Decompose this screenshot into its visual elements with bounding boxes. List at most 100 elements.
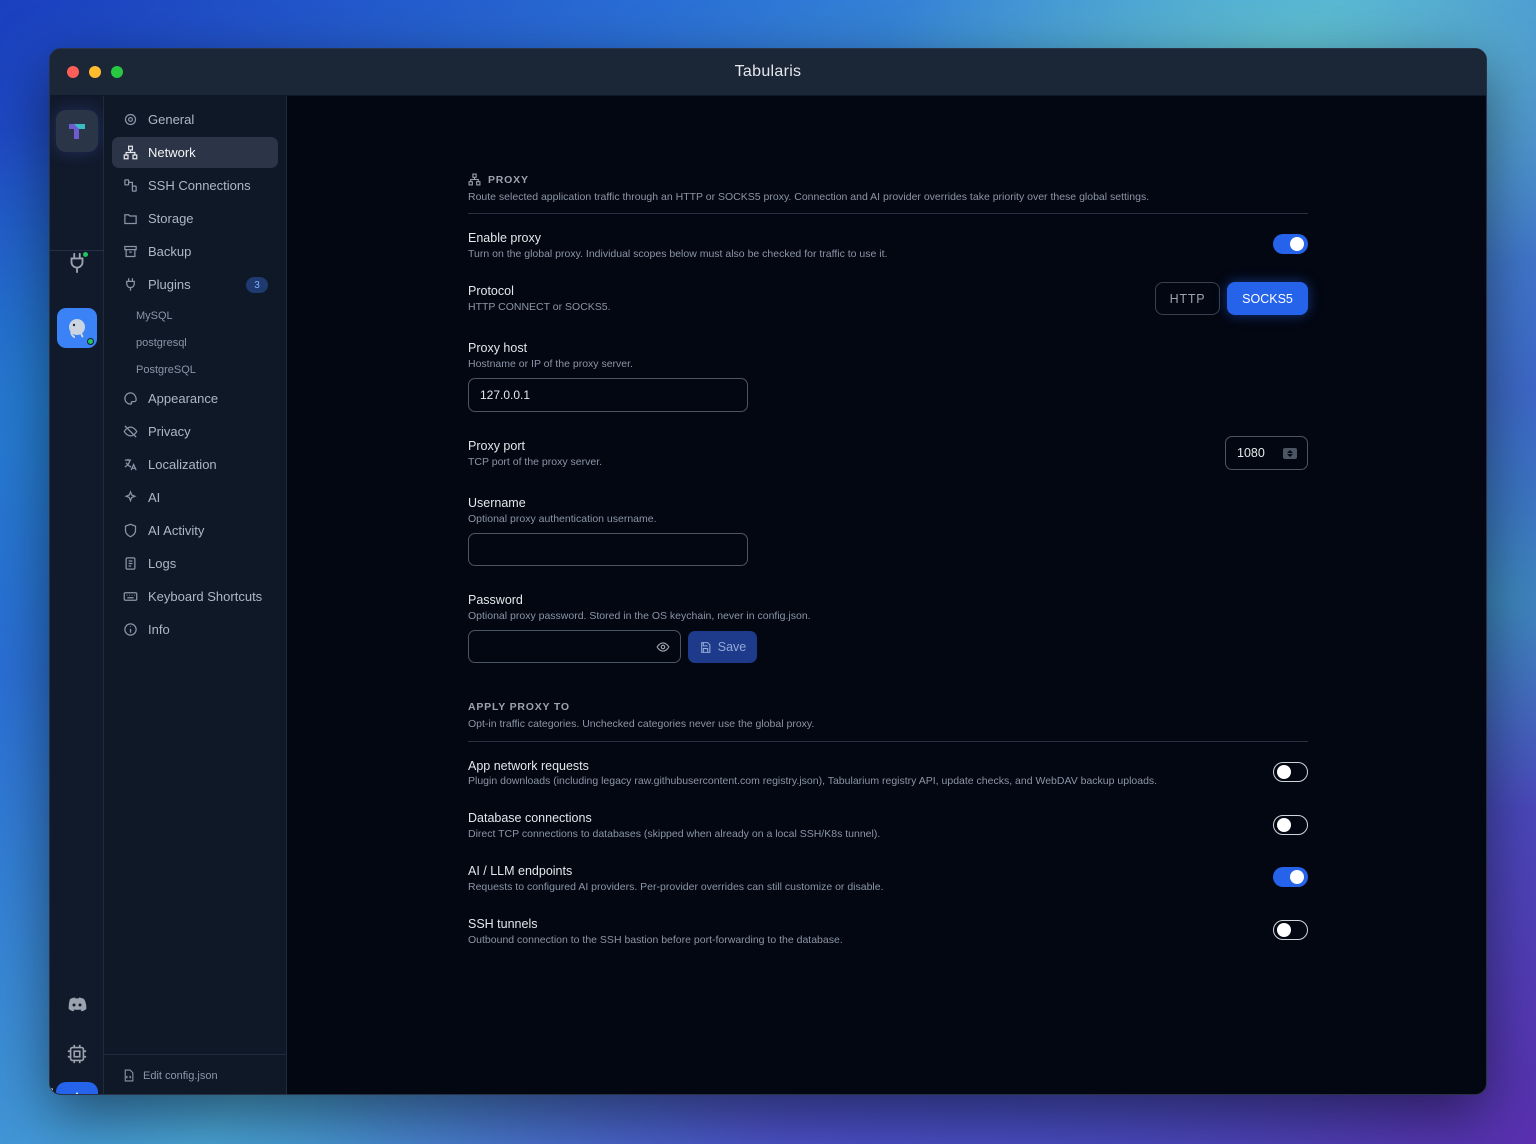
database-connections-label: Database connections: [468, 811, 592, 825]
network-icon: [122, 145, 138, 161]
app-window: Tabularis General Network SSH Connection…: [49, 48, 1487, 1095]
toggle-knob: [1277, 923, 1291, 937]
window-title: Tabularis: [734, 63, 802, 80]
apply-section-description: Opt-in traffic categories. Unchecked cat…: [468, 718, 815, 730]
sidebar-item-network[interactable]: Network: [112, 137, 278, 168]
proxy-host-description: Hostname or IP of the proxy server.: [468, 358, 633, 370]
sidebar-item-ssh[interactable]: SSH Connections: [112, 170, 278, 201]
sidebar-item-label: Backup: [148, 244, 192, 259]
sidebar-item-plugins[interactable]: Plugins 3: [112, 269, 278, 300]
proxy-host-input[interactable]: 127.0.0.1: [468, 378, 748, 412]
username-description: Optional proxy authentication username.: [468, 513, 657, 525]
plugins-count-badge: 3: [246, 277, 268, 293]
postgres-connection-icon[interactable]: [57, 308, 97, 348]
sidebar-item-privacy[interactable]: Privacy: [112, 416, 278, 447]
proxy-section-description: Route selected application traffic throu…: [468, 191, 1150, 203]
sidebar-item-keyboard-shortcuts[interactable]: Keyboard Shortcuts: [112, 581, 278, 612]
app-network-requests-description: Plugin downloads (including legacy raw.g…: [468, 775, 1158, 787]
sidebar-item-localization[interactable]: Localization: [112, 449, 278, 480]
protocol-description: HTTP CONNECT or SOCKS5.: [468, 301, 611, 313]
sidebar-item-info[interactable]: Info: [112, 614, 278, 645]
proxy-port-description: TCP port of the proxy server.: [468, 456, 603, 468]
ssh-tunnels-toggle[interactable]: [1273, 920, 1308, 940]
proxy-port-value: 1080: [1237, 446, 1265, 460]
connection-status-dot: [82, 251, 89, 258]
enable-proxy-description: Turn on the global proxy. Individual sco…: [468, 248, 888, 260]
apply-heading-text: APPLY PROXY TO: [468, 701, 570, 713]
protocol-http-button[interactable]: HTTP: [1155, 282, 1220, 315]
folder-icon: [122, 211, 138, 227]
rail-divider: [50, 250, 104, 251]
save-icon: [699, 641, 712, 654]
sidebar-item-label: Keyboard Shortcuts: [148, 589, 263, 604]
settings-main: PROXY Route selected application traffic…: [287, 96, 1486, 1094]
discord-icon[interactable]: [56, 984, 98, 1026]
database-connections-toggle[interactable]: [1273, 815, 1308, 835]
username-input[interactable]: [468, 533, 748, 566]
sidebar-item-ai-activity[interactable]: AI Activity: [112, 515, 278, 546]
toggle-knob: [1290, 237, 1304, 251]
sparkles-icon: [122, 490, 138, 506]
proxy-divider: [468, 213, 1308, 214]
proxy-port-label: Proxy port: [468, 439, 525, 453]
ssh-tunnels-label: SSH tunnels: [468, 917, 538, 931]
activity-rail: [50, 96, 104, 1094]
title-bar: Tabularis: [50, 49, 1486, 96]
database-connections-description: Direct TCP connections to databases (ski…: [468, 828, 881, 840]
window-controls: [67, 66, 123, 78]
apply-section-heading: APPLY PROXY TO: [468, 701, 570, 713]
protocol-socks5-button[interactable]: SOCKS5: [1227, 282, 1308, 315]
sidebar-item-ai[interactable]: AI: [112, 482, 278, 513]
proxy-host-label: Proxy host: [468, 341, 528, 355]
enable-proxy-label: Enable proxy: [468, 231, 541, 245]
sidebar-item-label: General: [148, 112, 195, 127]
proxy-section-heading: PROXY: [468, 173, 529, 186]
apply-divider: [468, 741, 1308, 742]
connections-plug-icon[interactable]: [56, 242, 98, 284]
minimize-window-button[interactable]: [89, 66, 101, 78]
toggle-knob: [1277, 818, 1291, 832]
password-label: Password: [468, 593, 523, 607]
toggle-knob: [1277, 765, 1291, 779]
settings-nav: General Network SSH Connections Storage …: [112, 104, 278, 647]
maximize-window-button[interactable]: [111, 66, 123, 78]
proxy-port-input[interactable]: 1080: [1225, 436, 1308, 470]
sidebar-item-label: Localization: [148, 457, 217, 472]
sidebar-plugin-postgresql[interactable]: postgresql: [112, 329, 278, 356]
proxy-heading-text: PROXY: [488, 173, 529, 186]
save-password-button[interactable]: Save: [688, 631, 757, 663]
settings-gear-icon[interactable]: [56, 1082, 98, 1094]
sidebar-plugin-postgresql-2[interactable]: PostgreSQL: [112, 356, 278, 383]
sidebar-item-label: Plugins: [148, 277, 191, 292]
sidebar-item-storage[interactable]: Storage: [112, 203, 278, 234]
app-network-requests-toggle[interactable]: [1273, 762, 1308, 782]
password-input[interactable]: [468, 630, 681, 663]
stepper-arrows-icon[interactable]: [1283, 448, 1297, 459]
ai-llm-endpoints-toggle[interactable]: [1273, 867, 1308, 887]
password-description: Optional proxy password. Stored in the O…: [468, 610, 811, 622]
plug-icon: [122, 277, 138, 293]
sidebar-plugin-mysql[interactable]: MySQL: [112, 302, 278, 329]
ssh-tunnels-description: Outbound connection to the SSH bastion b…: [468, 934, 843, 946]
sidebar-item-backup[interactable]: Backup: [112, 236, 278, 267]
enable-proxy-toggle[interactable]: [1273, 234, 1308, 254]
sidebar-item-general[interactable]: General: [112, 104, 278, 135]
keyboard-icon: [122, 589, 138, 605]
eye-off-icon: [122, 424, 138, 440]
translate-icon: [122, 457, 138, 473]
app-logo-icon[interactable]: [56, 110, 98, 152]
eye-icon[interactable]: [656, 640, 670, 654]
sidebar-item-label: Privacy: [148, 424, 191, 439]
archive-icon: [122, 244, 138, 260]
network-icon: [468, 173, 481, 186]
sidebar-item-label: SSH Connections: [148, 178, 251, 193]
cpu-icon[interactable]: [56, 1033, 98, 1075]
close-window-button[interactable]: [67, 66, 79, 78]
edit-config-link[interactable]: Edit config.json: [104, 1054, 287, 1094]
sidebar-item-label: AI Activity: [148, 523, 205, 538]
sidebar-item-label: Storage: [148, 211, 194, 226]
shield-icon: [122, 523, 138, 539]
sidebar-item-logs[interactable]: Logs: [112, 548, 278, 579]
sidebar-item-appearance[interactable]: Appearance: [112, 383, 278, 414]
username-label: Username: [468, 496, 526, 510]
